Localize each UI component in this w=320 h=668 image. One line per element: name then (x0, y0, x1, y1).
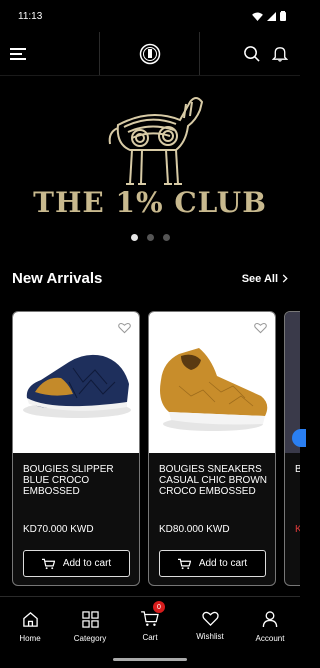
search-icon[interactable] (243, 45, 260, 62)
product-carousel[interactable]: BOUGIES SLIPPER BLUE CROCO EMBOSSED KD70… (12, 311, 300, 586)
see-all-label: See All (241, 272, 278, 285)
carousel-dot-3[interactable] (162, 234, 170, 241)
heart-icon (201, 611, 219, 626)
horse-logo-icon (108, 97, 204, 185)
home-icon (22, 612, 38, 627)
hamburger-icon[interactable] (10, 47, 28, 61)
product-name[interactable]: BOUGIES SLIPPER BLUE CROCO EMBOSSED (23, 464, 131, 497)
grid-icon (81, 611, 99, 628)
carousel-dots (0, 234, 300, 241)
product-card[interactable]: B K (284, 311, 300, 586)
nav-label: Cart (142, 633, 158, 642)
nav-label: Category (73, 634, 107, 643)
nav-cart[interactable]: 0 Cart (120, 597, 180, 652)
nav-account[interactable]: Account (240, 597, 300, 652)
header-right (200, 32, 300, 75)
see-all-link[interactable]: See All (242, 273, 288, 285)
add-to-cart-button[interactable]: Add to cart (23, 550, 130, 577)
wishlist-heart-icon[interactable] (254, 322, 267, 334)
product-card[interactable]: BOUGIES SNEAKERS CASUAL CHIC BROWN CROCO… (148, 311, 276, 586)
nav-label: Wishlist (196, 632, 224, 641)
product-name[interactable]: B (295, 464, 300, 475)
header-logo[interactable] (100, 32, 200, 75)
cart-icon (177, 558, 191, 569)
cart-icon (41, 558, 55, 569)
product-name[interactable]: BOUGIES SNEAKERS CASUAL CHIC BROWN CROCO… (159, 464, 267, 497)
home-indicator (113, 658, 187, 661)
user-icon (262, 611, 278, 628)
nav-label: Home (19, 634, 41, 643)
nav-label: Account (255, 634, 285, 643)
nav-home[interactable]: Home (0, 597, 60, 652)
status-icons (252, 11, 286, 21)
nav-wishlist[interactable]: Wishlist (180, 597, 240, 652)
status-time: 11:13 (18, 10, 43, 22)
nav-category[interactable]: Category (60, 597, 120, 652)
signal-icon (267, 11, 276, 21)
chevron-right-icon (282, 274, 288, 283)
cart-count-badge: 0 (153, 601, 165, 613)
wifi-icon (252, 11, 263, 21)
product-price: KD70.000 KWD (23, 524, 94, 535)
chat-fab[interactable] (292, 429, 306, 447)
carousel-dot-2[interactable] (146, 234, 154, 241)
header-left (0, 32, 100, 75)
wishlist-heart-icon[interactable] (118, 322, 131, 334)
club-logo-icon (139, 43, 160, 64)
product-image[interactable] (13, 312, 139, 453)
carousel-dot-1[interactable] (130, 234, 138, 241)
product-price: KD80.000 KWD (159, 524, 230, 535)
status-bar: 11:13 (0, 0, 300, 32)
app-header (0, 32, 300, 76)
bottom-nav: Home Category 0 Cart Wishlist Account (0, 596, 300, 652)
new-arrivals-header: New Arrivals See All (0, 270, 300, 287)
product-image[interactable] (149, 312, 275, 453)
bell-icon[interactable] (272, 45, 288, 62)
section-title: New Arrivals (12, 270, 103, 287)
product-card[interactable]: BOUGIES SLIPPER BLUE CROCO EMBOSSED KD70… (12, 311, 140, 586)
cart-icon (141, 611, 159, 627)
brand-title: THE 1% CLUB (33, 186, 267, 219)
product-price: K (295, 524, 300, 535)
add-to-cart-label: Add to cart (62, 558, 112, 569)
battery-icon (280, 11, 286, 21)
add-to-cart-label: Add to cart (198, 558, 248, 569)
add-to-cart-button[interactable]: Add to cart (159, 550, 266, 577)
